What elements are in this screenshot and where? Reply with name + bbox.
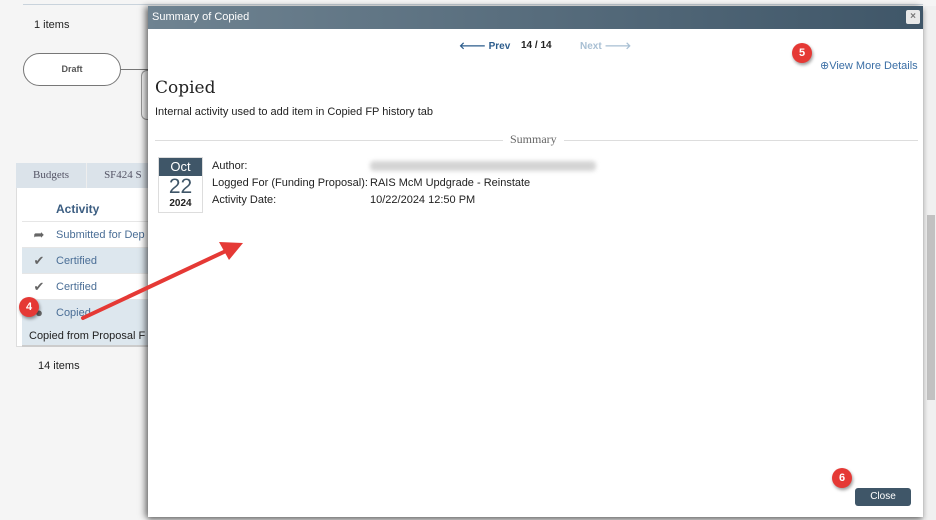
annotation-arrow	[81, 242, 243, 320]
